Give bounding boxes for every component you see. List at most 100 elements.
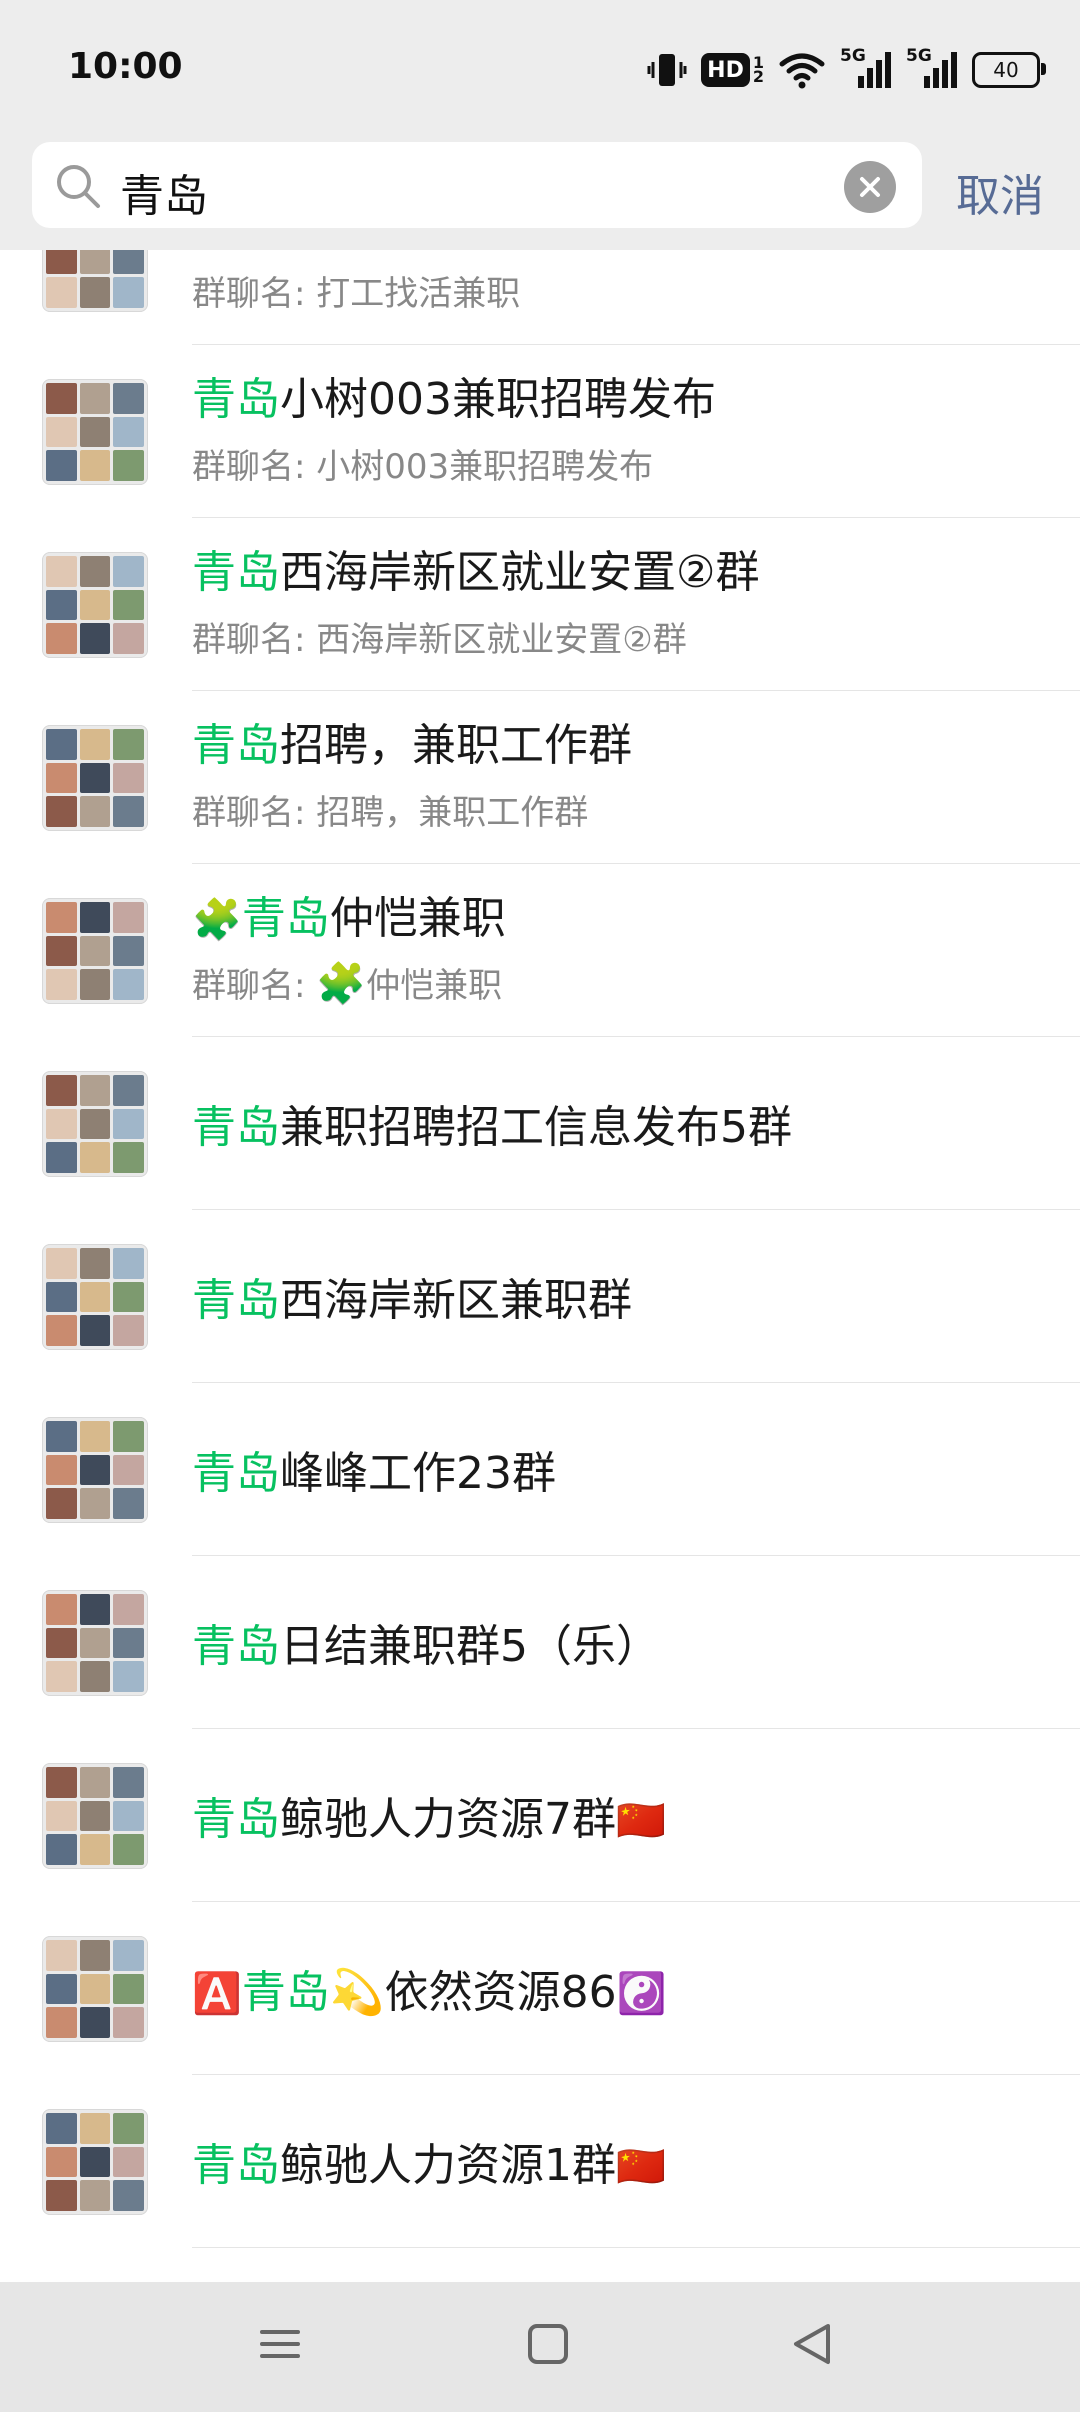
avatar-tile: [79, 902, 111, 933]
result-title: 🧩青岛仲恺兼职: [192, 882, 506, 946]
avatar-tile: [79, 250, 111, 275]
battery-level: 40: [993, 58, 1019, 82]
result-item[interactable]: 青岛西海岸新区就业安置②群群聊名: 西海岸新区就业安置②群: [0, 518, 1080, 691]
avatar-tile: [79, 2180, 111, 2211]
title-text: 西海岸新区就业安置②群: [280, 547, 760, 598]
menu-icon[interactable]: [258, 2322, 302, 2370]
result-item[interactable]: 🅰️青岛💫依然资源86☯️: [0, 1902, 1080, 2075]
avatar-tile: [113, 1248, 144, 1279]
avatar-tile: [113, 556, 144, 587]
title-text: 兼职招聘招工信息发布5群: [280, 1102, 792, 1153]
clear-search-button[interactable]: [844, 161, 896, 213]
title-text: 鲸驰人力资源7群: [280, 1794, 616, 1845]
home-icon[interactable]: [526, 2322, 570, 2370]
hd-sub: 12: [752, 53, 764, 86]
avatar-tile: [113, 383, 144, 414]
result-item[interactable]: 🧩青岛仲恺兼职 群聊名: 🧩仲恺兼职: [0, 864, 1080, 1037]
title-highlight: 青岛: [192, 1794, 280, 1845]
avatar-tile: [46, 1594, 77, 1625]
result-subtitle: 群聊名: 小树003兼职招聘发布: [192, 439, 653, 488]
result-item[interactable]: 青岛鲸驰人力资源1群🇨🇳: [0, 2075, 1080, 2248]
avatar-tile: [113, 969, 144, 1000]
result-subtitle: 群聊名: 打工找活兼职: [192, 266, 520, 315]
title-prefix-emoji: 🅰️: [192, 1971, 242, 2017]
avatar-tile: [79, 556, 111, 587]
status-bar: 10:00 HD 12 5G 5G 40: [0, 0, 1080, 140]
battery-icon: 40: [972, 52, 1046, 88]
search-icon: [54, 162, 102, 214]
avatar-tile: [79, 729, 111, 760]
back-icon[interactable]: [790, 2322, 834, 2370]
avatar-tile: [46, 2007, 77, 2038]
cancel-button[interactable]: 取消: [956, 160, 1044, 224]
avatar-tile: [113, 2180, 144, 2211]
avatar-tile: [46, 1142, 77, 1173]
subtitle-label: 群聊名:: [192, 620, 317, 660]
hd-icon: HD 12: [701, 53, 764, 87]
title-suffix-emoji: 🇨🇳: [616, 2144, 666, 2190]
result-item[interactable]: 青岛日结兼职群5（乐）: [0, 1556, 1080, 1729]
title-text: 鲸驰人力资源1群: [280, 2140, 616, 2191]
subtitle-text: 打工找活兼职: [316, 274, 521, 314]
result-item[interactable]: 青岛西海岸新区兼职群: [0, 1210, 1080, 1383]
result-title: 青岛日结兼职群5（乐）: [192, 1610, 660, 1674]
avatar-tile: [79, 1142, 111, 1173]
title-suffix-emoji: 🇨🇳: [616, 1798, 666, 1844]
avatar-tile: [46, 277, 77, 308]
title-text: 打工找活兼职: [280, 250, 544, 252]
result-title: 青岛鲸驰人力资源7群🇨🇳: [192, 1783, 666, 1847]
avatar-tile: [79, 2113, 111, 2144]
result-title: 青岛西海岸新区就业安置②群: [192, 536, 759, 600]
avatar-tile: [113, 1594, 144, 1625]
avatar-tile: [46, 556, 77, 587]
avatar-tile: [79, 589, 111, 621]
avatar-tile: [113, 935, 144, 967]
result-item[interactable]: 青岛峰峰工作23群: [0, 1383, 1080, 1556]
avatar-tile: [46, 1940, 77, 1971]
avatar-tile: [79, 1075, 111, 1106]
avatar-tile: [46, 589, 77, 621]
group-avatar: [42, 1936, 148, 2042]
title-text: 💫依然资源86: [329, 1967, 617, 2018]
subtitle-text: 小树003兼职招聘发布: [316, 447, 654, 487]
result-item[interactable]: 青岛兼职招聘招工信息发布5群: [0, 1037, 1080, 1210]
signal-5g-icon-1: 5G: [840, 46, 892, 90]
title-text: 日结兼职群5（乐）: [280, 1621, 660, 1672]
search-field[interactable]: 青岛: [32, 142, 922, 228]
result-item[interactable]: 青岛小树003兼职招聘发布 群聊名: 小树003兼职招聘发布: [0, 345, 1080, 518]
result-title: 青岛西海岸新区兼职群: [192, 1264, 632, 1328]
avatar-tile: [113, 277, 144, 308]
search-header: 青岛 取消: [0, 140, 1080, 250]
result-title: 青岛打工找活兼职: [192, 250, 544, 254]
avatar-tile: [46, 383, 77, 414]
result-title: 青岛兼职招聘招工信息发布5群: [192, 1091, 792, 1155]
wifi-icon: [778, 50, 826, 90]
subtitle-text: 西海岸新区就业安置②群: [316, 620, 687, 660]
subtitle-label: 群聊名:: [192, 966, 317, 1006]
avatar-tile: [113, 1940, 144, 1971]
title-text: 招聘，兼职工作群: [280, 720, 632, 771]
navigation-bar: [0, 2282, 1080, 2412]
avatar-tile: [46, 2146, 77, 2178]
title-highlight: 青岛: [241, 1967, 330, 2018]
avatar-tile: [113, 796, 144, 827]
avatar-tile: [79, 1973, 111, 2005]
avatar-tile: [113, 2007, 144, 2038]
title-highlight: 青岛: [192, 1621, 280, 1672]
avatar-tile: [113, 1767, 144, 1798]
avatar-tile: [46, 2113, 77, 2144]
result-item[interactable]: 青岛鲸驰人力资源7群🇨🇳: [0, 1729, 1080, 1902]
avatar-tile: [79, 1421, 111, 1452]
search-results-list[interactable]: 青岛打工找活兼职群聊名: 打工找活兼职青岛小树003兼职招聘发布群聊名: 小树0…: [0, 250, 1080, 2280]
avatar-tile: [46, 450, 77, 481]
status-time: 10:00: [68, 46, 183, 87]
result-item[interactable]: 青岛招聘，兼职工作群 群聊名: 招聘，兼职工作群: [0, 691, 1080, 864]
avatar-tile: [113, 1281, 144, 1313]
avatar-tile: [113, 416, 144, 448]
status-icons: HD 12 5G 5G 40: [647, 46, 1046, 92]
avatar-tile: [46, 969, 77, 1000]
result-item[interactable]: 青岛打工找活兼职群聊名: 打工找活兼职: [0, 250, 1080, 345]
search-input[interactable]: 青岛: [120, 160, 208, 224]
title-highlight: 青岛: [192, 1275, 280, 1326]
avatar-tile: [46, 1108, 77, 1140]
